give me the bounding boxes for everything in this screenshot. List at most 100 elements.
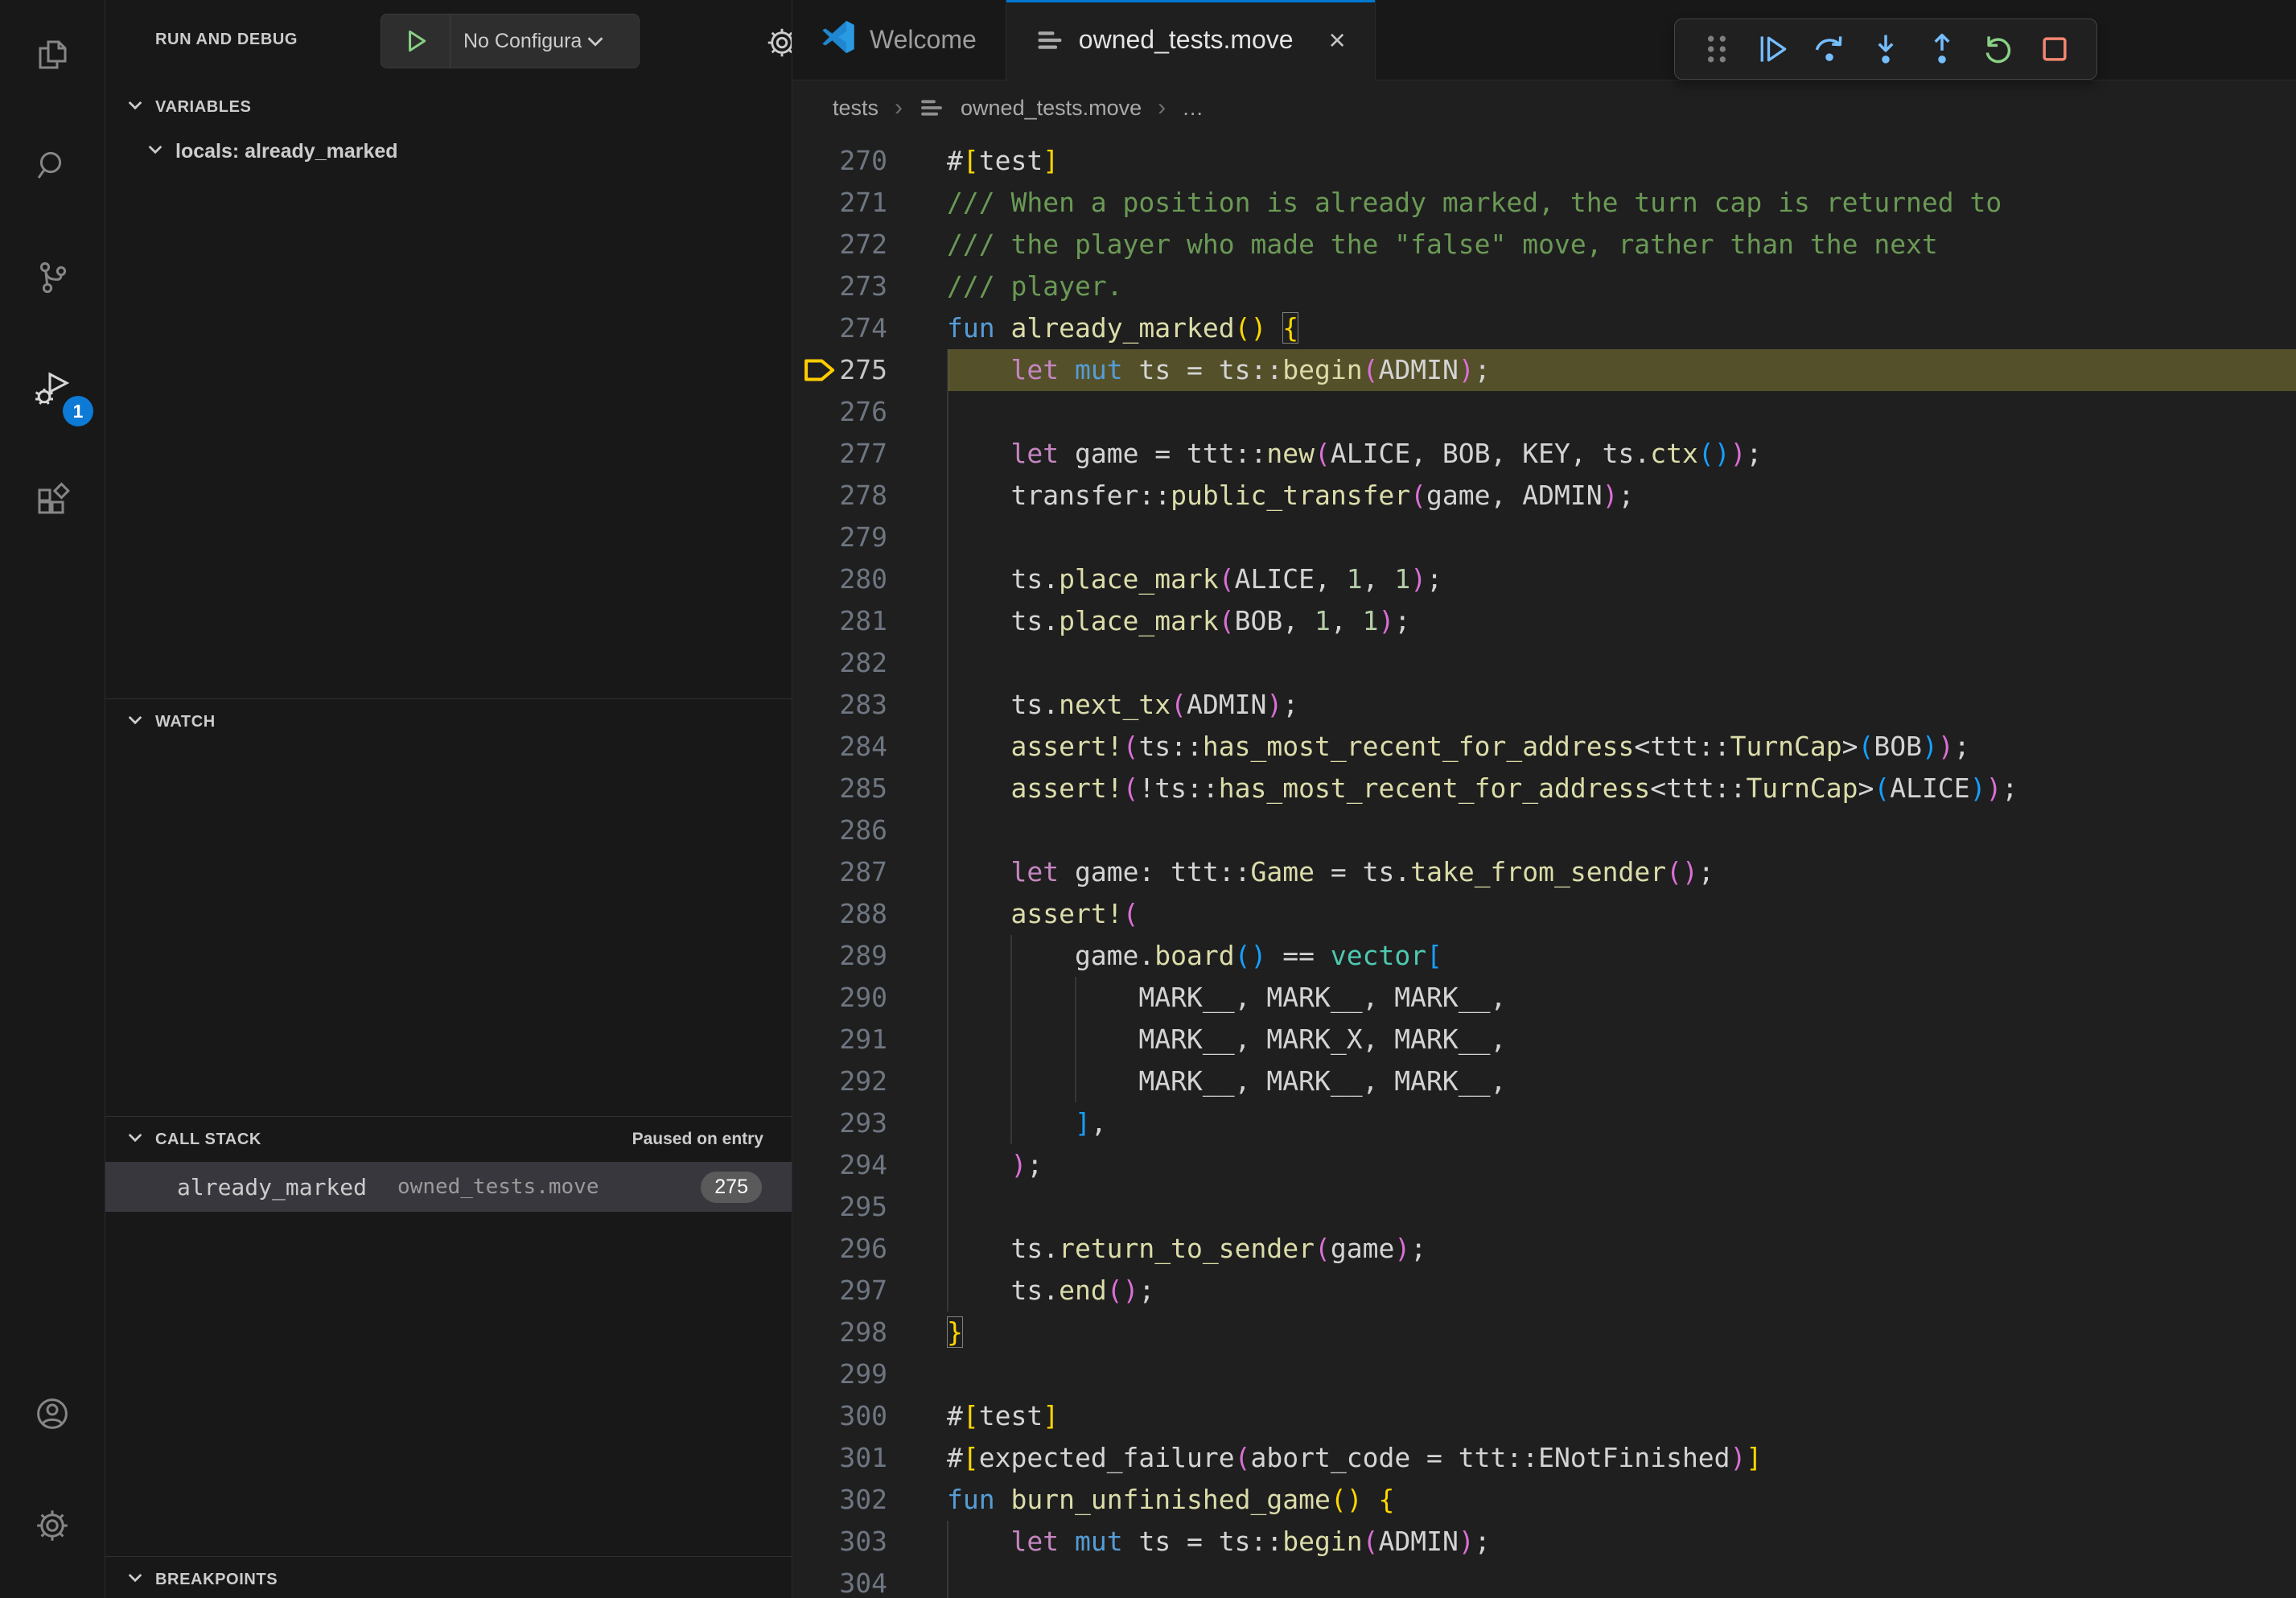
- line-text[interactable]: /// When a position is already marked, t…: [947, 182, 2296, 224]
- line-text[interactable]: [947, 642, 2296, 684]
- sidebar-item-source-control[interactable]: [0, 224, 105, 336]
- line-text[interactable]: ts.place_mark(BOB, 1, 1);: [947, 600, 2296, 642]
- line-number[interactable]: 296: [792, 1228, 887, 1270]
- line-number[interactable]: 289: [792, 935, 887, 977]
- line-text[interactable]: fun already_marked() {: [947, 307, 2296, 349]
- code-line-293[interactable]: 293 ],: [792, 1102, 2296, 1144]
- line-text[interactable]: assert!(ts::has_most_recent_for_address<…: [947, 726, 2296, 768]
- code-line-282[interactable]: 282: [792, 642, 2296, 684]
- line-text[interactable]: game.board() == vector[: [947, 935, 2296, 977]
- code-line-299[interactable]: 299: [792, 1353, 2296, 1395]
- line-number[interactable]: 271: [792, 182, 887, 224]
- line-number[interactable]: 292: [792, 1061, 887, 1102]
- line-number[interactable]: 294: [792, 1144, 887, 1186]
- line-number[interactable]: 279: [792, 517, 887, 558]
- code-line-290[interactable]: 290 MARK__, MARK__, MARK__,: [792, 977, 2296, 1019]
- debug-start-icon[interactable]: [381, 14, 451, 68]
- line-text[interactable]: [947, 391, 2296, 433]
- restart-icon[interactable]: [1977, 28, 2019, 70]
- code-line-271[interactable]: 271 /// When a position is already marked…: [792, 182, 2296, 224]
- line-number[interactable]: 303: [792, 1521, 887, 1563]
- debug-launch-dropdown[interactable]: No Configura: [381, 14, 640, 68]
- line-text[interactable]: ts.end();: [947, 1270, 2296, 1312]
- line-text[interactable]: fun burn_unfinished_game() {: [947, 1479, 2296, 1521]
- breadcrumb-folder[interactable]: tests: [833, 96, 878, 121]
- step-into-icon[interactable]: [1865, 28, 1907, 70]
- line-number[interactable]: 288: [792, 893, 887, 935]
- call-stack-frame[interactable]: already_marked owned_tests.move 275: [105, 1162, 792, 1212]
- sidebar-item-extensions[interactable]: [0, 447, 105, 559]
- line-number[interactable]: 300: [792, 1395, 887, 1437]
- line-number[interactable]: 304: [792, 1563, 887, 1598]
- line-number[interactable]: 286: [792, 809, 887, 851]
- sidebar-item-explorer[interactable]: [0, 0, 105, 112]
- code-line-301[interactable]: 301#[expected_failure(abort_code = ttt::…: [792, 1437, 2296, 1479]
- breadcrumb-symbol[interactable]: …: [1182, 96, 1204, 121]
- variables-section-header[interactable]: VARIABLES: [105, 84, 792, 130]
- debug-configure-gear-icon[interactable]: [763, 24, 792, 65]
- line-number[interactable]: 299: [792, 1353, 887, 1395]
- line-number[interactable]: 287: [792, 851, 887, 893]
- line-text[interactable]: /// the player who made the "false" move…: [947, 224, 2296, 266]
- code-line-302[interactable]: 302 fun burn_unfinished_game() {: [792, 1479, 2296, 1521]
- code-line-283[interactable]: 283 ts.next_tx(ADMIN);: [792, 684, 2296, 726]
- line-text[interactable]: let game = ttt::new(ALICE, BOB, KEY, ts.…: [947, 433, 2296, 475]
- code-line-276[interactable]: 276: [792, 391, 2296, 433]
- line-number[interactable]: 272: [792, 224, 887, 266]
- code-line-280[interactable]: 280 ts.place_mark(ALICE, 1, 1);: [792, 558, 2296, 600]
- line-text[interactable]: /// player.: [947, 266, 2296, 307]
- code-line-296[interactable]: 296 ts.return_to_sender(game);: [792, 1228, 2296, 1270]
- manage-button[interactable]: [0, 1472, 105, 1584]
- code-line-270[interactable]: 270#[test]: [792, 140, 2296, 182]
- line-number[interactable]: 274: [792, 307, 887, 349]
- line-text[interactable]: ts.place_mark(ALICE, 1, 1);: [947, 558, 2296, 600]
- line-text[interactable]: [947, 1563, 2296, 1598]
- code-line-298[interactable]: 298}: [792, 1312, 2296, 1353]
- code-line-272[interactable]: 272 /// the player who made the "false" m…: [792, 224, 2296, 266]
- code-line-281[interactable]: 281 ts.place_mark(BOB, 1, 1);: [792, 600, 2296, 642]
- tab-owned-tests-move[interactable]: owned_tests.move ×: [1006, 0, 1376, 80]
- code-line-274[interactable]: 274 fun already_marked() {: [792, 307, 2296, 349]
- code-line-277[interactable]: 277 let game = ttt::new(ALICE, BOB, KEY,…: [792, 433, 2296, 475]
- close-icon[interactable]: ×: [1329, 26, 1346, 55]
- line-number[interactable]: 276: [792, 391, 887, 433]
- step-out-icon[interactable]: [1921, 28, 1963, 70]
- code-line-288[interactable]: 288 assert!(: [792, 893, 2296, 935]
- line-number[interactable]: 282: [792, 642, 887, 684]
- watch-section-header[interactable]: WATCH: [105, 699, 792, 744]
- line-number[interactable]: 302: [792, 1479, 887, 1521]
- code-line-284[interactable]: 284 assert!(ts::has_most_recent_for_addr…: [792, 726, 2296, 768]
- code-line-279[interactable]: 279: [792, 517, 2296, 558]
- code-line-297[interactable]: 297 ts.end();: [792, 1270, 2296, 1312]
- code-line-289[interactable]: 289 game.board() == vector[: [792, 935, 2296, 977]
- line-number[interactable]: 273: [792, 266, 887, 307]
- breadcrumb-file[interactable]: owned_tests.move: [961, 96, 1142, 121]
- line-text[interactable]: #[test]: [947, 1395, 2296, 1437]
- code-line-287[interactable]: 287 let game: ttt::Game = ts.take_from_s…: [792, 851, 2296, 893]
- line-number[interactable]: 295: [792, 1186, 887, 1228]
- code-line-294[interactable]: 294 );: [792, 1144, 2296, 1186]
- code-line-295[interactable]: 295: [792, 1186, 2296, 1228]
- line-number[interactable]: 270: [792, 140, 887, 182]
- line-number[interactable]: 291: [792, 1019, 887, 1061]
- line-text[interactable]: transfer::public_transfer(game, ADMIN);: [947, 475, 2296, 517]
- line-text[interactable]: ts.return_to_sender(game);: [947, 1228, 2296, 1270]
- line-text[interactable]: #[expected_failure(abort_code = ttt::ENo…: [947, 1437, 2296, 1479]
- step-over-icon[interactable]: [1808, 28, 1850, 70]
- line-number[interactable]: 280: [792, 558, 887, 600]
- line-number[interactable]: 290: [792, 977, 887, 1019]
- code-line-275[interactable]: 275 let mut ts = ts::begin(ADMIN);: [792, 349, 2296, 391]
- line-text[interactable]: [947, 1353, 2296, 1395]
- continue-icon[interactable]: [1752, 28, 1794, 70]
- code-line-285[interactable]: 285 assert!(!ts::has_most_recent_for_add…: [792, 768, 2296, 809]
- code-line-292[interactable]: 292 MARK__, MARK__, MARK__,: [792, 1061, 2296, 1102]
- line-text[interactable]: let game: ttt::Game = ts.take_from_sende…: [947, 851, 2296, 893]
- line-number[interactable]: 283: [792, 684, 887, 726]
- line-number[interactable]: 298: [792, 1312, 887, 1353]
- drag-handle-icon[interactable]: [1696, 28, 1738, 70]
- line-text[interactable]: }: [947, 1312, 2296, 1353]
- line-number[interactable]: 297: [792, 1270, 887, 1312]
- line-number[interactable]: 281: [792, 600, 887, 642]
- line-text[interactable]: let mut ts = ts::begin(ADMIN);: [947, 349, 2296, 391]
- account-button[interactable]: [0, 1360, 105, 1472]
